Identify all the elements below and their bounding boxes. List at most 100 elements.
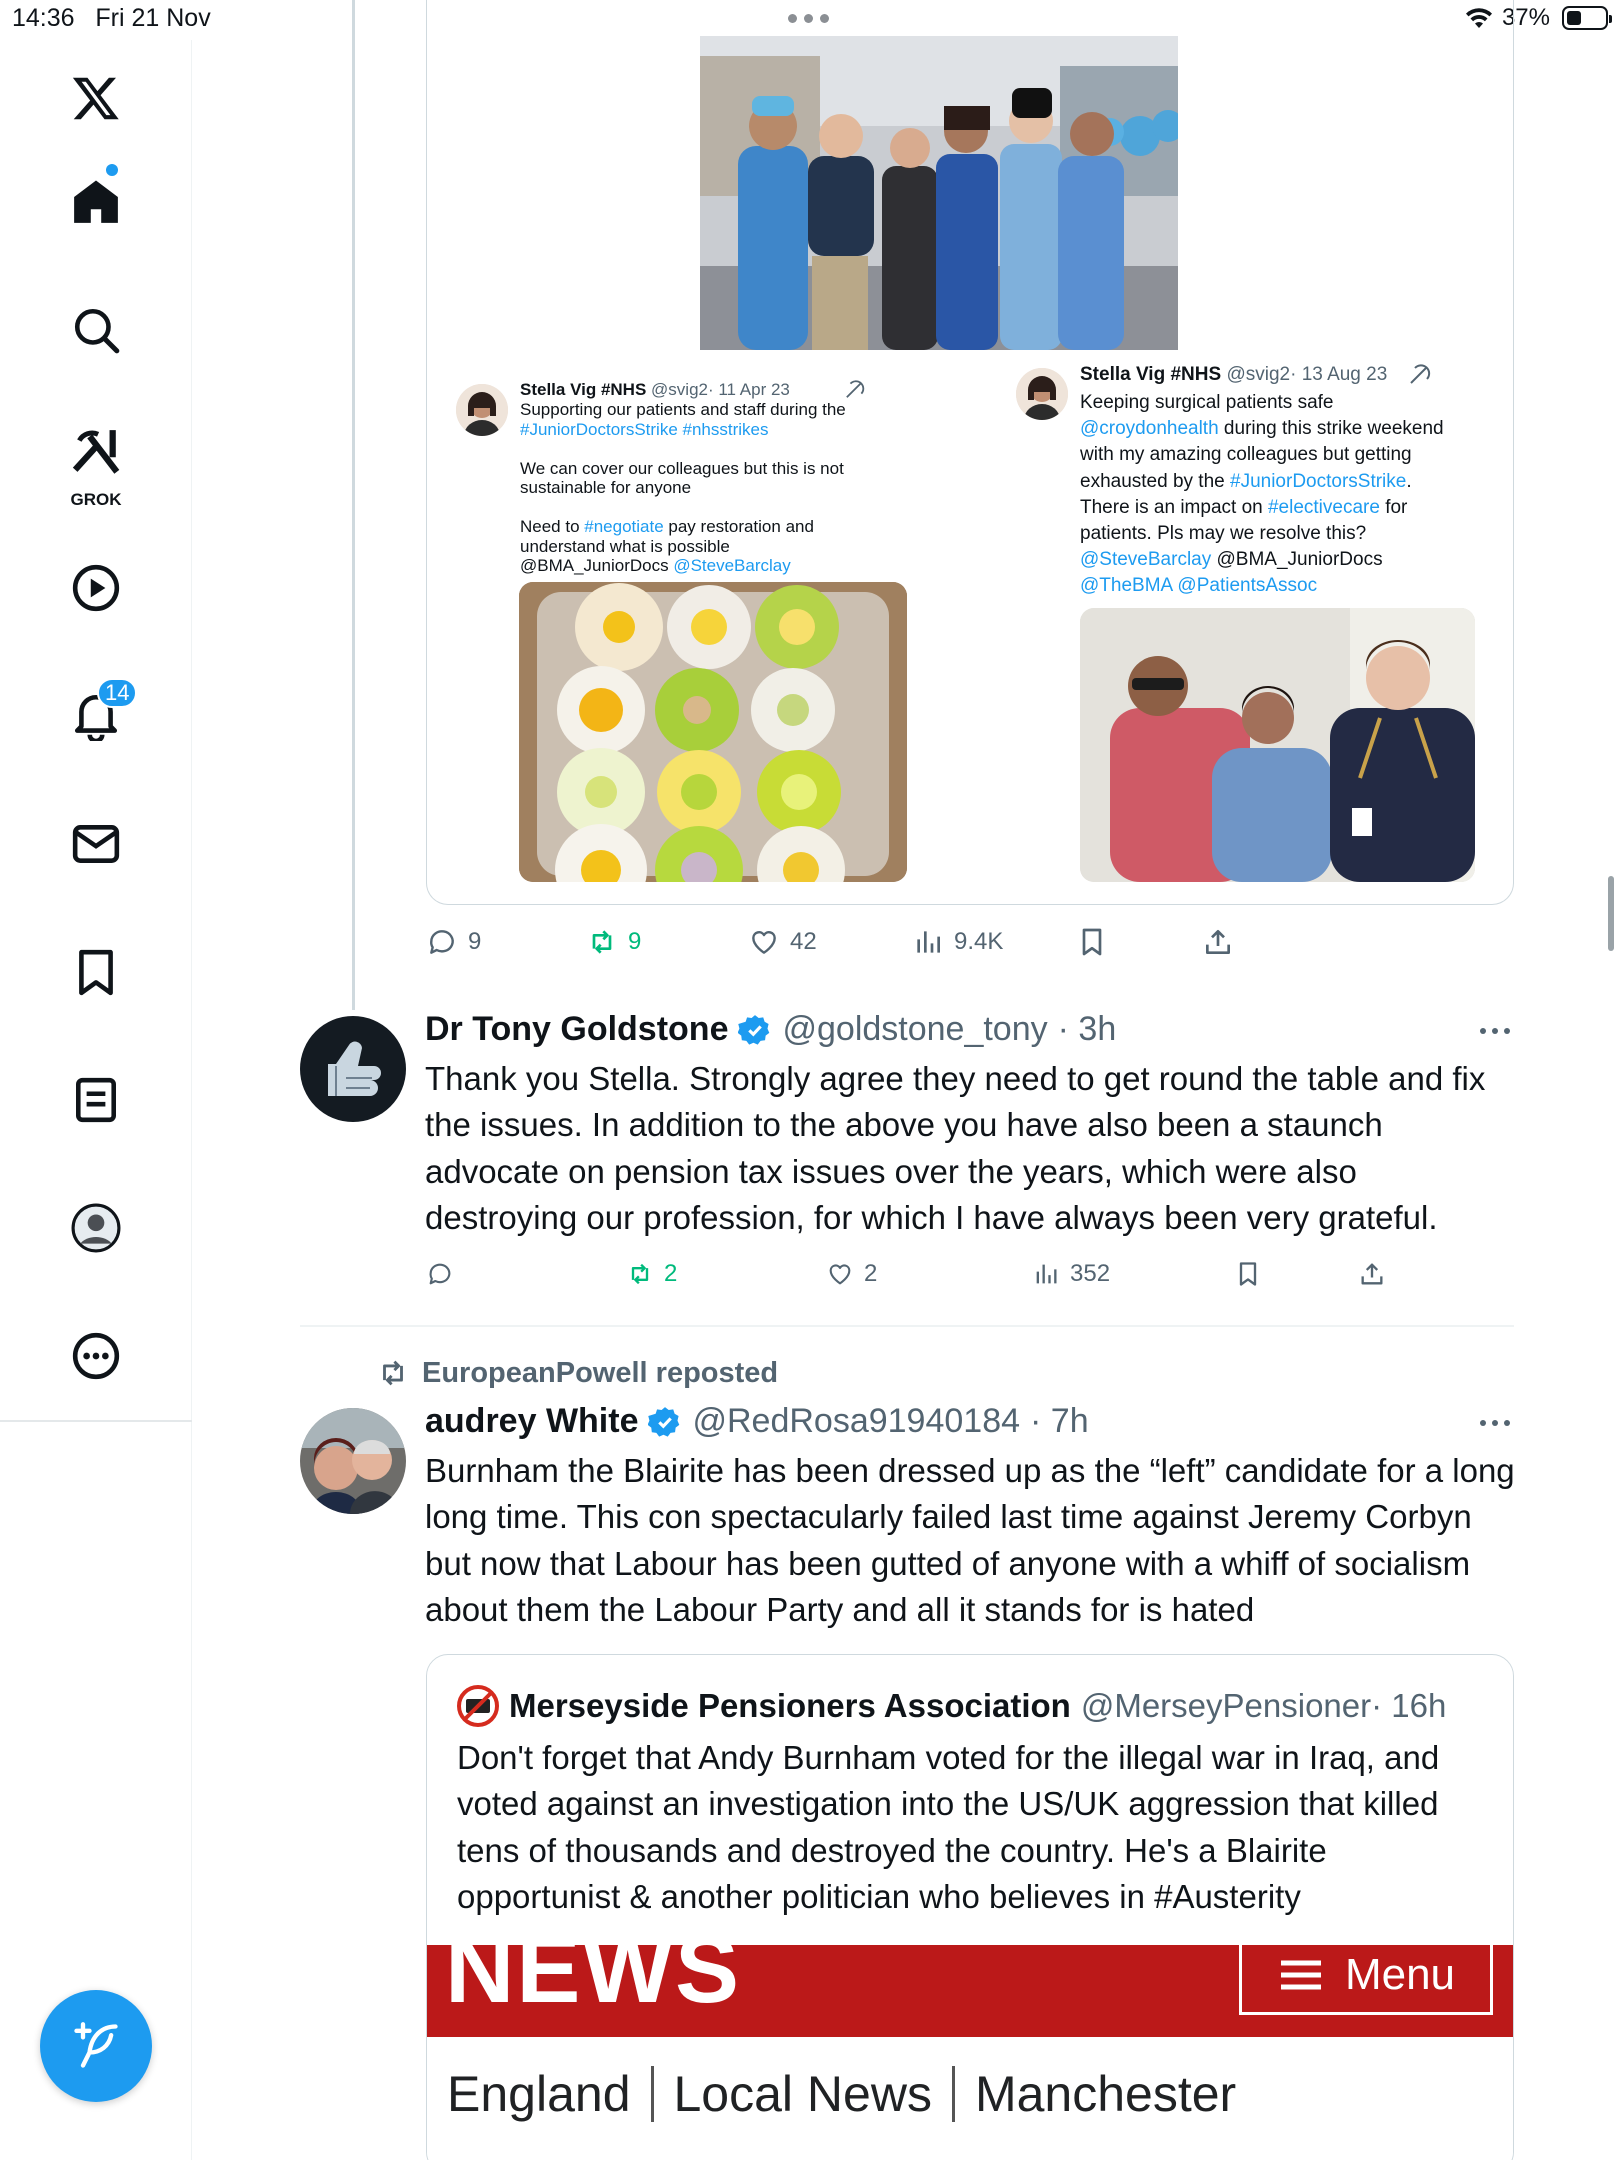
news-article-image[interactable]: NEWS Menu England Local News Manchester: [427, 1945, 1513, 2160]
quoted-author-handle[interactable]: @MerseyPensioner: [1081, 1687, 1371, 1725]
tweet-time[interactable]: · 7h: [1030, 1402, 1089, 1441]
repost-button[interactable]: 9: [586, 926, 641, 958]
views-button[interactable]: 352: [1032, 1260, 1110, 1288]
x-logo-button[interactable]: [46, 48, 146, 148]
bookmark-icon: [1082, 928, 1102, 956]
sidebar-item-notifications[interactable]: 14: [46, 666, 146, 766]
repost-button[interactable]: 2: [626, 1260, 677, 1288]
home-icon: [74, 180, 118, 223]
thread-line: [352, 0, 355, 1010]
sidebar-item-bookmarks[interactable]: [46, 922, 146, 1022]
embedded-tweet-right-header: Stella Vig #NHS @svig2· 13 Aug 23: [1080, 364, 1388, 385]
compose-icon: [74, 2022, 118, 2068]
avatar-icon: [71, 1203, 121, 1253]
news-nav-england: England: [447, 2066, 631, 2122]
news-banner-word: NEWS: [445, 1945, 741, 2023]
grok-analyze-icon: [844, 380, 868, 400]
notification-count-badge: 14: [97, 678, 138, 708]
share-button[interactable]: [1358, 1260, 1386, 1288]
repost-count: 2: [664, 1260, 678, 1287]
like-button[interactable]: 42: [748, 926, 817, 958]
compose-button[interactable]: [40, 1990, 152, 2102]
sidebar-item-messages[interactable]: [46, 794, 146, 894]
sidebar-nav: GROK 14: [0, 40, 192, 2160]
sidebar-item-profile[interactable]: [46, 1178, 146, 1278]
quoted-author-name[interactable]: Merseyside Pensioners Association: [509, 1687, 1071, 1725]
sidebar-item-explore[interactable]: [46, 280, 146, 380]
heart-icon: [829, 1264, 851, 1285]
reply-button[interactable]: 9: [426, 926, 481, 958]
reply-icon: [430, 930, 454, 954]
tweet-more-menu[interactable]: [1480, 1026, 1514, 1036]
repost-count: 9: [628, 928, 642, 955]
author-name[interactable]: audrey White: [425, 1402, 638, 1441]
embedded-tweet-left-header: Stella Vig #NHS @svig2· 11 Apr 23: [520, 380, 790, 399]
repost-tweet-text: Burnham the Blairite has been dressed up…: [425, 1452, 1515, 1628]
grok-analyze-icon-2: [1408, 364, 1432, 386]
grok-label: GROK: [70, 490, 122, 509]
status-time-date: 14:36 Fri 21 Nov: [12, 4, 211, 32]
sidebar-item-grok[interactable]: GROK: [46, 410, 146, 510]
no-entry-sign-icon: [457, 1685, 499, 1727]
news-nav-manchester: Manchester: [974, 2066, 1237, 2122]
surgical-staff-photo: [1080, 608, 1475, 882]
like-count: 42: [790, 928, 817, 955]
quoted-time: · 16h: [1371, 1687, 1447, 1724]
reply-tweet-text: Thank you Stella. Strongly agree they ne…: [425, 1060, 1486, 1236]
battery-icon: [1562, 6, 1612, 30]
cupcakes-photo: [519, 582, 907, 882]
quoted-tweet-header: Merseyside Pensioners Association @Merse…: [457, 1685, 1446, 1727]
like-count: 2: [864, 1260, 878, 1287]
news-banner: NEWS Menu: [427, 1945, 1513, 2037]
quoted-tweet-card[interactable]: Merseyside Pensioners Association @Merse…: [426, 1654, 1514, 2160]
news-nav: England Local News Manchester: [447, 2065, 1236, 2123]
views-button[interactable]: 9.4K: [912, 926, 1003, 958]
repost-icon: [631, 1263, 649, 1285]
reply-count: 9: [468, 928, 482, 955]
home-unread-dot: [106, 164, 118, 176]
sidebar-divider: [0, 1420, 192, 1422]
more-icon: [72, 1332, 120, 1380]
audrey-white-avatar[interactable]: [300, 1408, 406, 1514]
stella-avatar-small-2: [1016, 368, 1068, 420]
views-icon: [1036, 1264, 1057, 1284]
sidebar-item-home[interactable]: [46, 152, 146, 252]
repost-context[interactable]: EuropeanPowell reposted: [376, 1356, 778, 1390]
tweet-divider: [300, 1325, 1514, 1327]
bookmark-button[interactable]: [1234, 1260, 1262, 1288]
embedded-tweet-left-text: Supporting our patients and staff during…: [520, 400, 846, 575]
sidebar-item-more[interactable]: [46, 1306, 146, 1406]
mail-icon: [72, 825, 120, 863]
reposted-by-label: EuropeanPowell reposted: [422, 1356, 779, 1389]
heart-icon: [752, 931, 776, 954]
bookmark-icon: [1239, 1262, 1257, 1286]
x-logo-icon: [72, 77, 119, 120]
tweet-time[interactable]: · 3h: [1058, 1010, 1117, 1049]
author-name[interactable]: Dr Tony Goldstone: [425, 1010, 728, 1049]
verified-badge-icon: [738, 1014, 770, 1045]
search-icon: [74, 308, 120, 354]
tweet-more-menu[interactable]: [1480, 1418, 1514, 1428]
sidebar-item-lists[interactable]: [46, 1050, 146, 1150]
news-menu-box: Menu: [1239, 1945, 1493, 2015]
tony-goldstone-avatar[interactable]: [300, 1016, 406, 1122]
author-handle[interactable]: @RedRosa91940184: [692, 1402, 1020, 1441]
share-icon: [1361, 1263, 1383, 1285]
hamburger-menu-icon: [1280, 1960, 1321, 1990]
author-handle[interactable]: @goldstone_tony: [782, 1010, 1047, 1049]
repost-icon: [383, 1360, 403, 1386]
like-button[interactable]: 2: [826, 1260, 877, 1288]
view-count: 352: [1070, 1260, 1111, 1287]
list-icon: [76, 1077, 116, 1123]
reply-icon: [429, 1263, 451, 1285]
grok-icon: [72, 430, 120, 474]
share-button[interactable]: [1202, 926, 1234, 958]
strike-group-photo[interactable]: [700, 36, 1178, 350]
scrollbar[interactable]: [1608, 876, 1614, 951]
reply-button[interactable]: [426, 1260, 454, 1288]
sidebar-item-video[interactable]: [46, 538, 146, 638]
view-count: 9.4K: [954, 928, 1004, 955]
bookmark-button[interactable]: [1076, 926, 1108, 958]
verified-badge-icon: [648, 1406, 680, 1437]
play-icon: [72, 564, 120, 612]
